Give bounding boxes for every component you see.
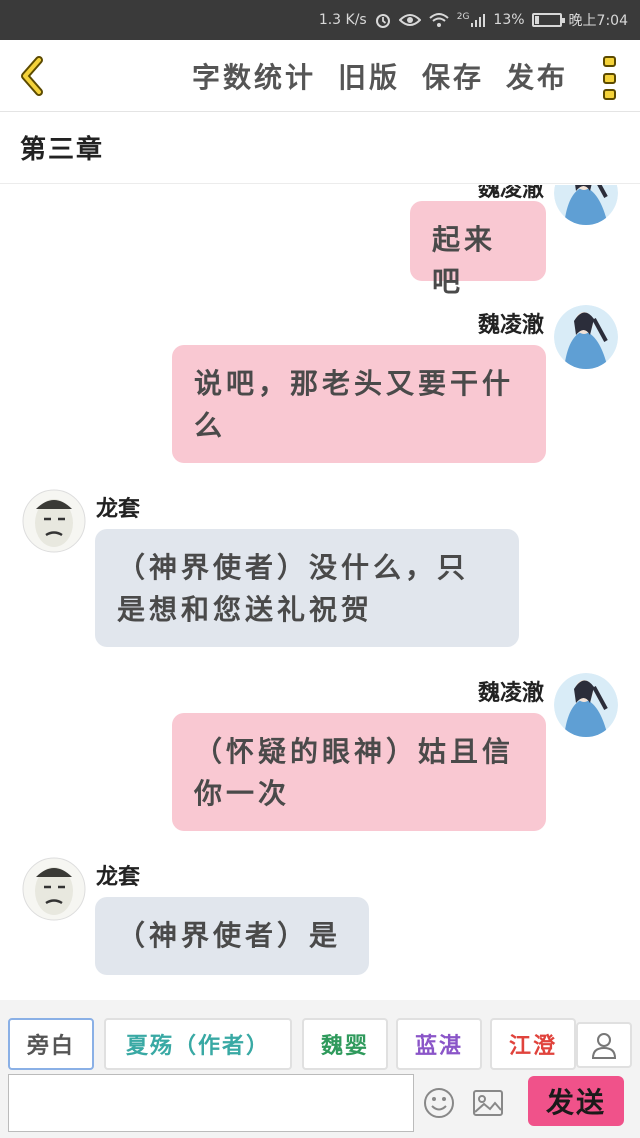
chat-list[interactable]: 魏凌澈 起来吧 魏凌澈 说吧，那老头又要干什么 龙套 （神界使者）没什么，只是想… [0,185,640,1000]
image-icon[interactable] [472,1088,504,1118]
avatar[interactable] [22,489,86,553]
message-input[interactable] [8,1074,414,1132]
message-bubble: （神界使者）是 [95,897,369,975]
role-label: 夏殇（作者） [125,1033,270,1059]
message-bubble: 说吧，那老头又要干什么 [172,345,546,463]
clock: 晚上7:04 [568,13,628,29]
role-chip-wei-ying[interactable]: 魏婴 [302,1018,388,1070]
role-label: 旁白 [26,1033,75,1059]
battery-percent: 13% [493,12,525,28]
sender-name: 魏凌澈 [477,312,544,338]
editor-toolbar: 字数统计 旧版 保存 发布 [0,40,640,112]
message-bubble: （神界使者）没什么，只是想和您送礼祝贺 [95,529,519,647]
avatar[interactable] [22,857,86,921]
status-bar: 1.3 K/s 2G 13% 晚上7:04 [0,0,640,40]
back-button[interactable] [12,54,52,98]
smiley-icon[interactable] [422,1086,456,1120]
sender-name: 龙套 [96,864,141,890]
toolbar-actions: 字数统计 旧版 保存 发布 [192,40,568,112]
user-icon [591,1033,617,1059]
network-type: 2G [456,12,470,22]
chapter-title: 第三章 [20,135,105,165]
save-button[interactable]: 保存 [422,56,484,96]
signal-icon: 2G [457,12,487,28]
more-vertical-icon [602,56,616,67]
role-chip-author[interactable]: 夏殇（作者） [104,1018,292,1070]
add-role-button[interactable] [576,1022,632,1068]
message-input-bar: 发送 [0,1074,640,1138]
role-label: 魏婴 [320,1033,369,1059]
role-label: 蓝湛 [414,1033,463,1059]
role-chip-jiang-cheng[interactable]: 江澄 [490,1018,576,1070]
chevron-left-icon [21,56,43,96]
sender-name: 魏凌澈 [477,680,544,706]
role-selector-bar: 旁白 夏殇（作者） 魏婴 蓝湛 江澄 [0,1000,640,1074]
eye-icon [398,12,421,28]
word-count-button[interactable]: 字数统计 [192,56,316,96]
net-speed: 1.3 K/s [318,12,367,28]
more-menu-button[interactable] [598,56,620,100]
chapter-header[interactable]: 第三章 [0,112,640,184]
publish-button[interactable]: 发布 [506,56,568,96]
avatar[interactable] [554,673,618,737]
wifi-icon [428,12,450,28]
alarm-icon [374,11,392,29]
old-version-button[interactable]: 旧版 [338,56,400,96]
message-bubble: （怀疑的眼神）姑且信你一次 [172,713,546,831]
role-label: 江澄 [508,1033,557,1059]
sender-name: 龙套 [96,496,141,522]
battery-icon [531,13,565,27]
send-button[interactable]: 发送 [528,1076,624,1126]
role-chip-lan-zhan[interactable]: 蓝湛 [396,1018,482,1070]
role-chip-narrator[interactable]: 旁白 [8,1018,94,1070]
avatar[interactable] [554,185,618,225]
avatar[interactable] [554,305,618,369]
message-bubble: 起来吧 [410,201,546,298]
